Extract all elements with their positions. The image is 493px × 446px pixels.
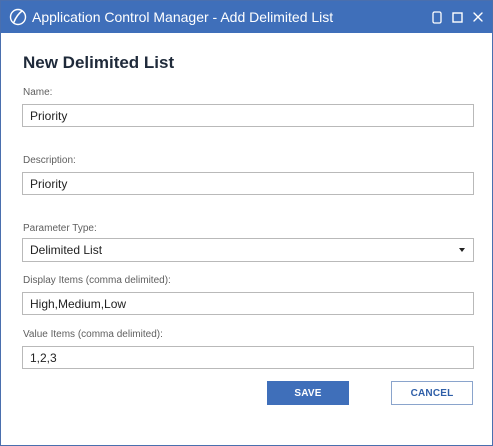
caret-down-icon (457, 244, 467, 256)
save-button[interactable]: SAVE (267, 381, 349, 405)
app-logo-icon (9, 8, 27, 26)
cancel-button[interactable]: CANCEL (391, 381, 473, 405)
phone-icon[interactable] (427, 7, 447, 27)
title-bar[interactable]: Application Control Manager - Add Delimi… (1, 1, 492, 33)
display-items-label: Display Items (comma delimited): (23, 275, 171, 286)
name-label: Name: (23, 87, 53, 98)
parameter-type-value: Delimited List (30, 243, 103, 257)
window-title: Application Control Manager - Add Delimi… (32, 9, 334, 25)
value-items-field[interactable] (22, 346, 474, 369)
description-label: Description: (23, 155, 76, 166)
dialog-window: Application Control Manager - Add Delimi… (0, 0, 493, 446)
description-field[interactable] (22, 172, 474, 195)
display-items-field[interactable] (22, 292, 474, 315)
parameter-type-select[interactable]: Delimited List (22, 238, 474, 262)
page-title: New Delimited List (23, 53, 175, 72)
name-field[interactable] (22, 104, 474, 127)
parameter-type-label: Parameter Type: (23, 223, 97, 234)
maximize-icon[interactable] (447, 7, 467, 27)
value-items-label: Value Items (comma delimited): (23, 329, 163, 340)
close-icon[interactable] (468, 7, 488, 27)
